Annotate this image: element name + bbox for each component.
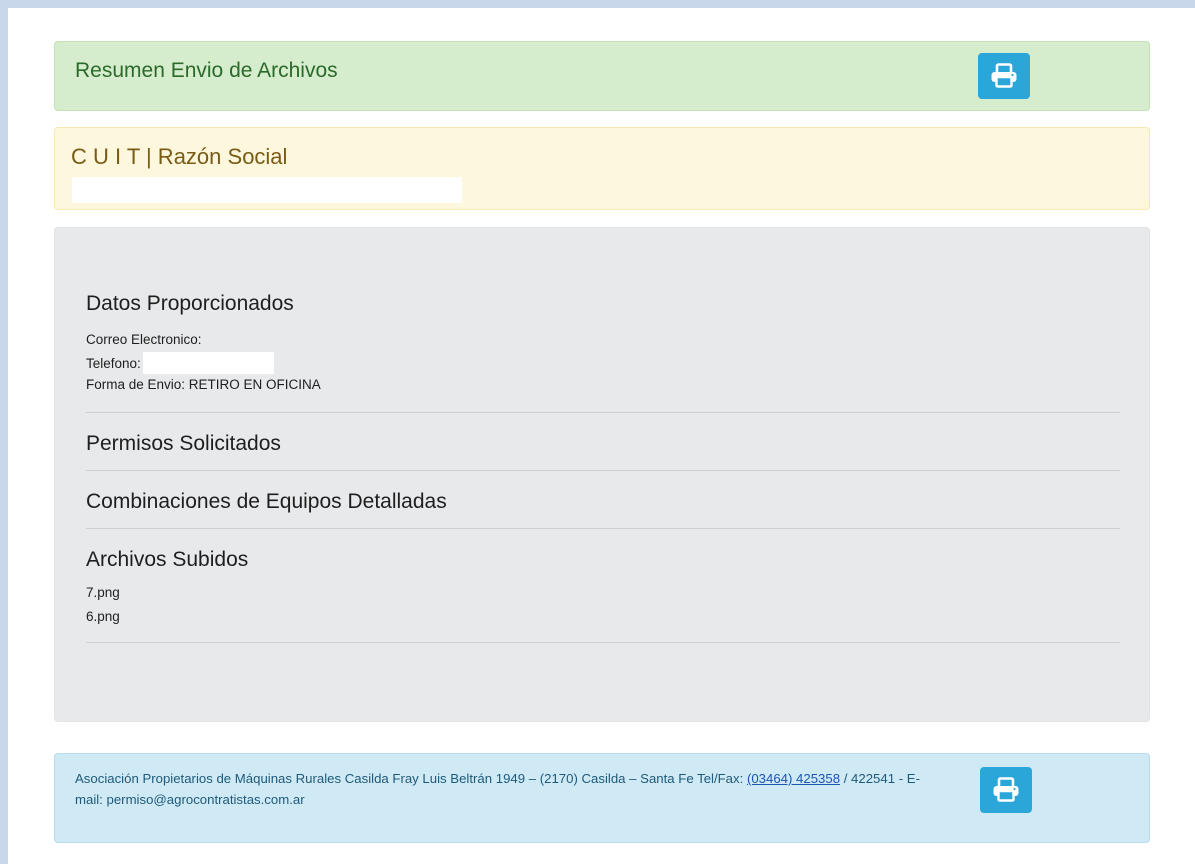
footer-panel: Asociación Propietarios de Máquinas Rura… bbox=[54, 753, 1150, 843]
divider bbox=[86, 642, 1120, 643]
archivos-subidos-heading: Archivos Subidos bbox=[86, 548, 249, 571]
details-panel: Datos Proporcionados Correo Electronico:… bbox=[54, 227, 1150, 722]
correo-label: Correo Electronico: bbox=[86, 332, 202, 347]
telefono-label: Telefono: bbox=[86, 356, 141, 371]
print-button-bottom[interactable] bbox=[980, 767, 1032, 813]
telefono-value-redacted bbox=[142, 352, 274, 374]
footer-phone-link[interactable]: (03464) 425358 bbox=[747, 771, 840, 786]
divider bbox=[86, 528, 1120, 529]
combinaciones-heading: Combinaciones de Equipos Detalladas bbox=[86, 490, 447, 513]
company-value-redacted bbox=[72, 177, 462, 203]
footer-address: Asociación Propietarios de Máquinas Rura… bbox=[75, 771, 747, 786]
page-title: Resumen Envio de Archivos bbox=[75, 59, 338, 82]
divider bbox=[86, 470, 1120, 471]
footer-text: Asociación Propietarios de Máquinas Rura… bbox=[75, 768, 935, 810]
cuit-razon-social-title: C U I T | Razón Social bbox=[71, 144, 288, 169]
forma-envio-text: Forma de Envio: RETIRO EN OFICINA bbox=[86, 377, 321, 392]
datos-proporcionados-heading: Datos Proporcionados bbox=[86, 292, 294, 315]
divider bbox=[86, 412, 1120, 413]
file-item: 6.png bbox=[86, 609, 120, 624]
print-button-top[interactable] bbox=[978, 53, 1030, 99]
summary-header-panel: Resumen Envio de Archivos bbox=[54, 41, 1150, 111]
telefono-row: Telefono: bbox=[86, 352, 274, 374]
print-icon bbox=[991, 63, 1017, 88]
company-panel: C U I T | Razón Social bbox=[54, 127, 1150, 210]
file-item: 7.png bbox=[86, 585, 120, 600]
permisos-solicitados-heading: Permisos Solicitados bbox=[86, 432, 281, 455]
print-icon bbox=[993, 777, 1019, 802]
